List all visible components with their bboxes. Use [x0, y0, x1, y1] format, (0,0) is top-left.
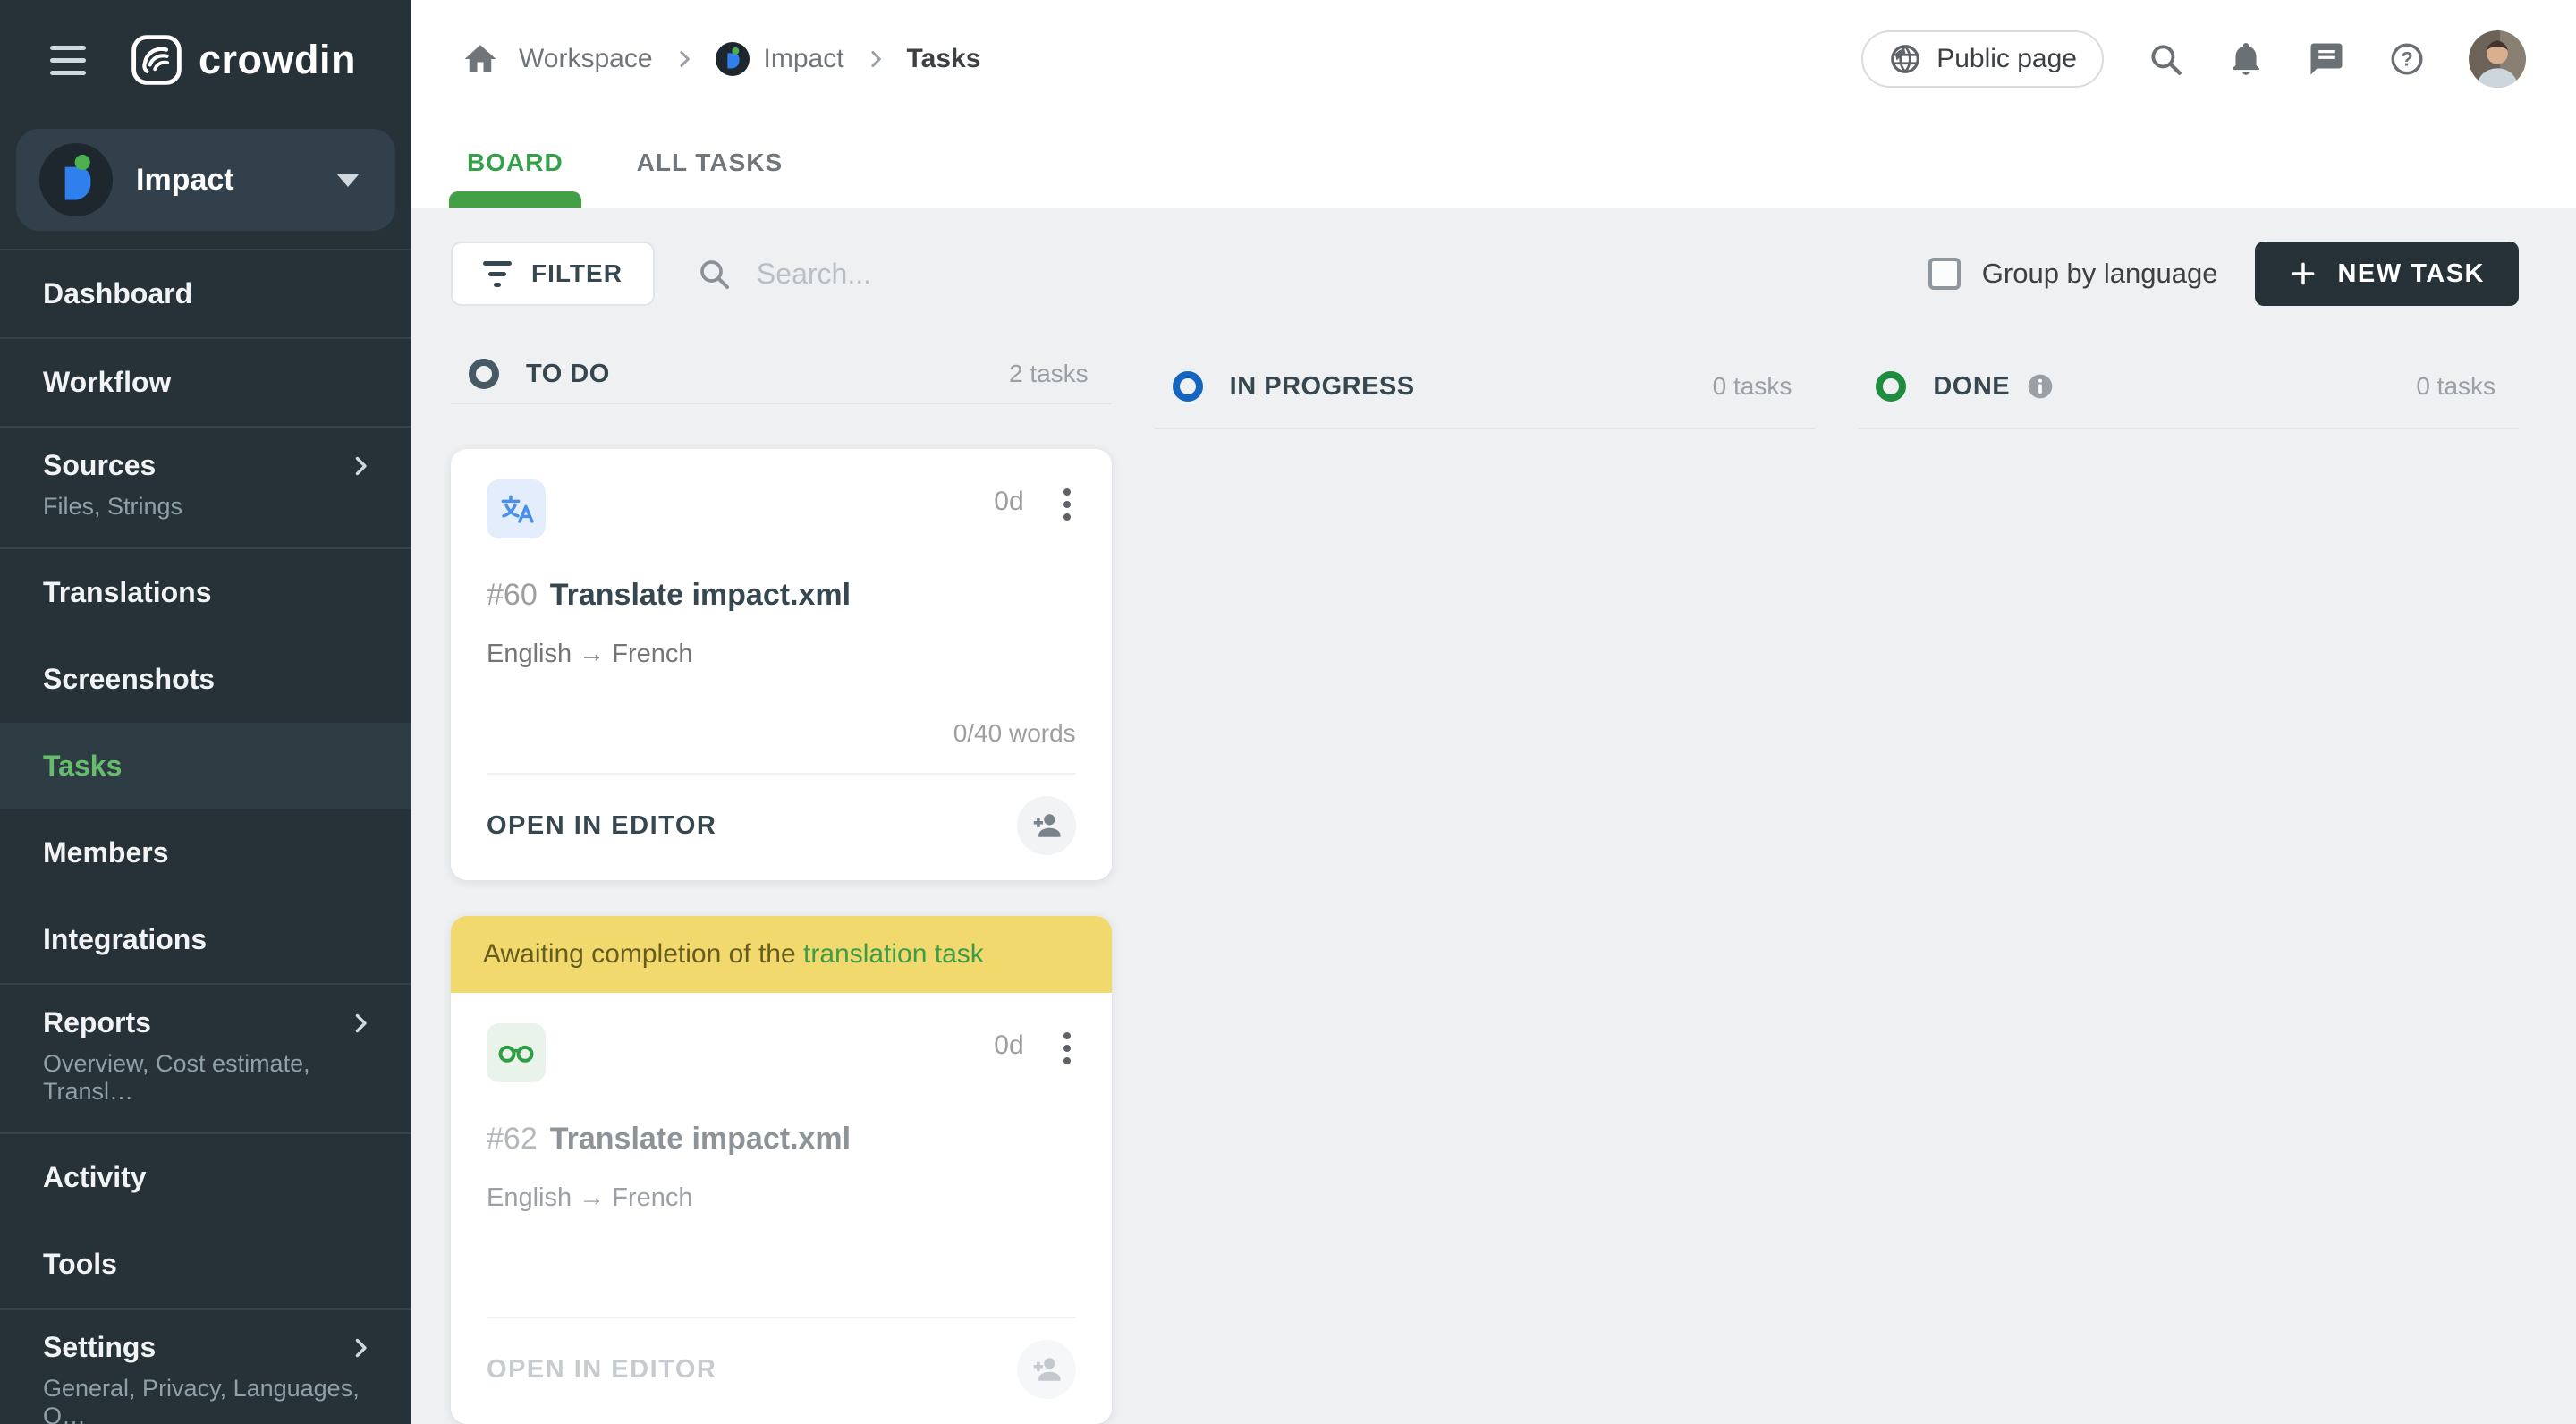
sidebar-item-reports[interactable]: Reports Overview, Cost estimate, Transl…	[0, 985, 411, 1132]
breadcrumb-current-page: Tasks	[906, 44, 981, 73]
person-add-icon	[1033, 1358, 1061, 1381]
column-in-progress: IN PROGRESS 0 tasks	[1154, 358, 1816, 1424]
breadcrumb: Workspace Impact Tasks	[462, 40, 980, 78]
chevron-down-icon	[336, 173, 360, 187]
proofread-task-icon	[487, 1023, 546, 1082]
sidebar-header: crowdin	[0, 0, 411, 120]
breadcrumb-project[interactable]: Impact	[715, 42, 844, 76]
card-words-progress	[487, 1263, 1076, 1293]
card-title: #60 Translate impact.xml	[487, 578, 852, 612]
plus-icon	[2292, 262, 2315, 285]
project-selector[interactable]: Impact	[16, 129, 395, 231]
card-title: #62 Translate impact.xml	[487, 1122, 852, 1156]
notifications-bell-icon[interactable]	[2227, 40, 2265, 78]
help-icon[interactable]: ?	[2388, 40, 2426, 78]
tab-board[interactable]: BOARD	[449, 118, 581, 208]
translate-task-icon	[487, 479, 546, 538]
sidebar-item-sources[interactable]: Sources Files, Strings	[0, 428, 411, 547]
done-status-icon	[1876, 371, 1907, 402]
crowdin-tasks-page: crowdin Impact Dashboard Workflow Source…	[0, 0, 2576, 1424]
due-badge: 0d	[994, 487, 1024, 516]
globe-icon	[1891, 45, 1920, 73]
info-icon[interactable]	[2026, 372, 2055, 401]
search-input[interactable]	[754, 256, 1292, 292]
person-add-icon	[1033, 814, 1061, 837]
card-words-progress: 0/40 words	[953, 719, 1076, 747]
chevron-right-icon	[679, 51, 690, 67]
sidebar-item-translations[interactable]: Translations	[0, 549, 411, 636]
view-tabs: BOARD ALL TASKS	[411, 118, 2576, 208]
todo-status-icon	[469, 359, 499, 389]
sidebar-item-settings[interactable]: Settings General, Privacy, Languages, Q…	[0, 1310, 411, 1424]
new-task-button[interactable]: NEW TASK	[2255, 242, 2519, 306]
column-todo: TO DO 2 tasks 0d #60 Translate impact.xm…	[451, 358, 1112, 1424]
todo-count: 2 tasks	[1008, 360, 1089, 387]
crowdin-logo[interactable]: crowdin	[131, 34, 356, 86]
hamburger-menu-icon[interactable]	[50, 45, 86, 75]
card-menu-button[interactable]	[1058, 479, 1076, 530]
sidebar-item-settings-subtitle: General, Privacy, Languages, Q…	[43, 1375, 360, 1424]
blocked-banner: Awaiting completion of the translation t…	[451, 916, 1112, 993]
done-count: 0 tasks	[2416, 372, 2496, 400]
chevron-right-icon	[355, 1013, 367, 1032]
top-bar: Workspace Impact Tasks Public page ? BOA…	[411, 0, 2576, 208]
chevron-right-icon	[870, 51, 881, 67]
user-avatar[interactable]	[2469, 30, 2526, 88]
open-in-editor-button-disabled: OPEN IN EDITOR	[487, 1354, 717, 1384]
main-area: Workspace Impact Tasks Public page ? BOA…	[411, 0, 2576, 1424]
sidebar-item-tools[interactable]: Tools	[0, 1221, 411, 1308]
sidebar-nav: Dashboard Workflow Sources Files, String…	[0, 249, 411, 1424]
sidebar-item-dashboard[interactable]: Dashboard	[0, 250, 411, 337]
top-actions: Public page ?	[1861, 30, 2526, 88]
project-avatar-small	[715, 42, 750, 76]
home-icon[interactable]	[462, 40, 499, 78]
sidebar-item-tasks[interactable]: Tasks	[0, 723, 411, 809]
chevron-right-icon	[355, 456, 367, 475]
public-page-button[interactable]: Public page	[1861, 30, 2104, 88]
group-by-language-checkbox[interactable]	[1928, 258, 1961, 290]
board-search	[696, 256, 1322, 292]
sidebar-item-screenshots[interactable]: Screenshots	[0, 636, 411, 723]
card-language-pair: English → French	[487, 1183, 693, 1212]
sidebar: crowdin Impact Dashboard Workflow Source…	[0, 0, 411, 1424]
breadcrumb-project-label: Impact	[763, 44, 844, 73]
crowdin-logo-text: crowdin	[199, 37, 357, 82]
project-avatar	[39, 143, 113, 216]
search-icon[interactable]	[2147, 40, 2184, 78]
tab-all-tasks[interactable]: ALL TASKS	[631, 118, 789, 208]
sidebar-item-workflow[interactable]: Workflow	[0, 339, 411, 426]
column-done: DONE 0 tasks	[1858, 358, 2520, 1424]
sidebar-item-members[interactable]: Members	[0, 809, 411, 896]
sidebar-item-sources-subtitle: Files, Strings	[43, 493, 183, 520]
project-name: Impact	[136, 162, 234, 197]
add-assignee-button[interactable]	[1016, 796, 1076, 855]
sidebar-item-reports-subtitle: Overview, Cost estimate, Transl…	[43, 1050, 310, 1105]
sidebar-item-activity[interactable]: Activity	[0, 1134, 411, 1221]
search-icon	[700, 260, 729, 289]
add-assignee-button-disabled	[1016, 1340, 1076, 1399]
board-toolbar: FILTER Group by language NEW TASK	[451, 242, 2519, 306]
card-menu-button[interactable]	[1058, 1023, 1076, 1073]
open-in-editor-button[interactable]: OPEN IN EDITOR	[487, 811, 716, 841]
due-badge: 0d	[994, 1030, 1024, 1060]
card-language-pair: English → French	[487, 640, 693, 668]
breadcrumb-workspace[interactable]: Workspace	[519, 44, 653, 74]
translation-task-link[interactable]: translation task	[803, 939, 984, 969]
in-progress-count: 0 tasks	[1712, 372, 1792, 400]
messages-icon[interactable]	[2308, 40, 2345, 78]
chevron-right-icon	[355, 1338, 367, 1357]
task-card-60[interactable]: 0d #60 Translate impact.xml English → Fre…	[451, 449, 1112, 880]
in-progress-status-icon	[1172, 371, 1203, 402]
group-by-language-label: Group by language	[1981, 258, 2218, 289]
task-card-62[interactable]: Awaiting completion of the translation t…	[451, 916, 1112, 1424]
svg-text:?: ?	[2401, 48, 2412, 71]
filter-button[interactable]: FILTER	[451, 242, 655, 306]
sidebar-item-integrations[interactable]: Integrations	[0, 896, 411, 983]
filter-icon	[483, 260, 512, 287]
crowdin-logo-icon	[131, 35, 182, 85]
task-board: FILTER Group by language NEW TASK	[411, 208, 2576, 1424]
